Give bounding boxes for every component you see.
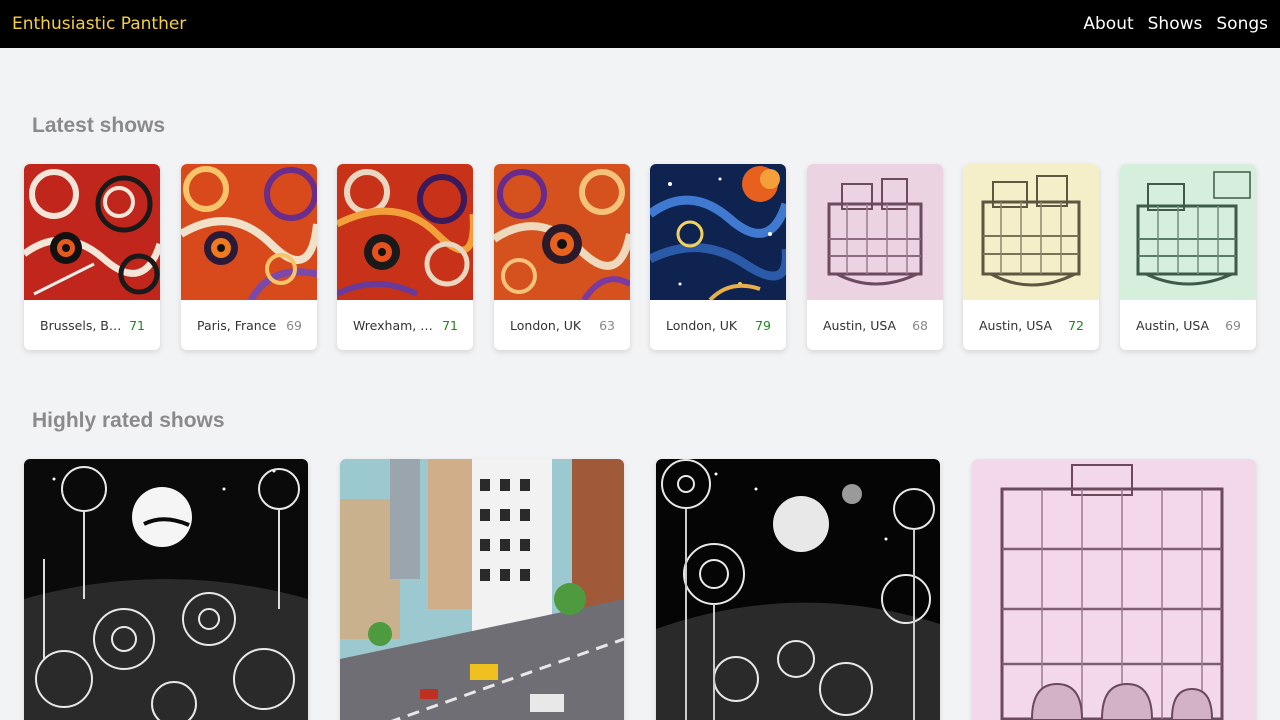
show-score: 69 — [1225, 317, 1241, 333]
show-thumbnail — [337, 164, 473, 300]
show-thumbnail — [1120, 164, 1256, 300]
show-thumbnail — [650, 164, 786, 300]
show-card[interactable]: Austin, USA 72 — [963, 164, 1099, 350]
show-location: Brussels, Be... — [40, 317, 122, 333]
show-location: Wrexham, UK — [353, 317, 435, 333]
rated-show-card[interactable] — [972, 459, 1256, 720]
show-score: 68 — [912, 317, 928, 333]
rated-show-card[interactable] — [340, 459, 624, 720]
show-score: 71 — [129, 317, 145, 333]
rated-show-image — [656, 459, 940, 720]
show-location: London, UK — [666, 317, 738, 333]
show-score: 71 — [442, 317, 458, 333]
rated-show-image — [972, 459, 1256, 720]
show-thumbnail — [181, 164, 317, 300]
show-thumbnail — [24, 164, 160, 300]
nav-link-shows[interactable]: Shows — [1148, 14, 1203, 34]
nav-links: About Shows Songs — [1083, 14, 1268, 34]
show-card[interactable]: Austin, USA 68 — [807, 164, 943, 350]
show-score: 79 — [755, 317, 771, 333]
show-location: London, UK — [510, 317, 582, 333]
latest-shows-row: Brussels, Be... 71 Paris, France 69 Wrex… — [24, 164, 1256, 350]
brand-link[interactable]: Enthusiastic Panther — [12, 14, 186, 34]
show-score: 63 — [599, 317, 615, 333]
show-score: 69 — [286, 317, 302, 333]
highly-rated-shows-heading: Highly rated shows — [32, 409, 225, 432]
show-thumbnail — [494, 164, 630, 300]
show-card[interactable]: Paris, France 69 — [181, 164, 317, 350]
latest-shows-heading: Latest shows — [32, 114, 166, 137]
show-location: Austin, USA — [979, 317, 1053, 333]
show-thumbnail — [963, 164, 1099, 300]
top-navbar: Enthusiastic Panther About Shows Songs — [0, 0, 1280, 48]
highly-rated-shows-row — [24, 459, 1256, 720]
rated-show-image — [340, 459, 624, 720]
show-location: Paris, France — [197, 317, 277, 333]
show-card[interactable]: Austin, USA 69 — [1120, 164, 1256, 350]
rated-show-card[interactable] — [24, 459, 308, 720]
show-score: 72 — [1068, 317, 1084, 333]
show-card[interactable]: London, UK 63 — [494, 164, 630, 350]
show-card[interactable]: Wrexham, UK 71 — [337, 164, 473, 350]
rated-show-image — [24, 459, 308, 720]
rated-show-card[interactable] — [656, 459, 940, 720]
show-location: Austin, USA — [823, 317, 897, 333]
nav-link-about[interactable]: About — [1083, 14, 1133, 34]
show-card[interactable]: London, UK 79 — [650, 164, 786, 350]
show-thumbnail — [807, 164, 943, 300]
show-card[interactable]: Brussels, Be... 71 — [24, 164, 160, 350]
nav-link-songs[interactable]: Songs — [1216, 14, 1268, 34]
show-location: Austin, USA — [1136, 317, 1210, 333]
